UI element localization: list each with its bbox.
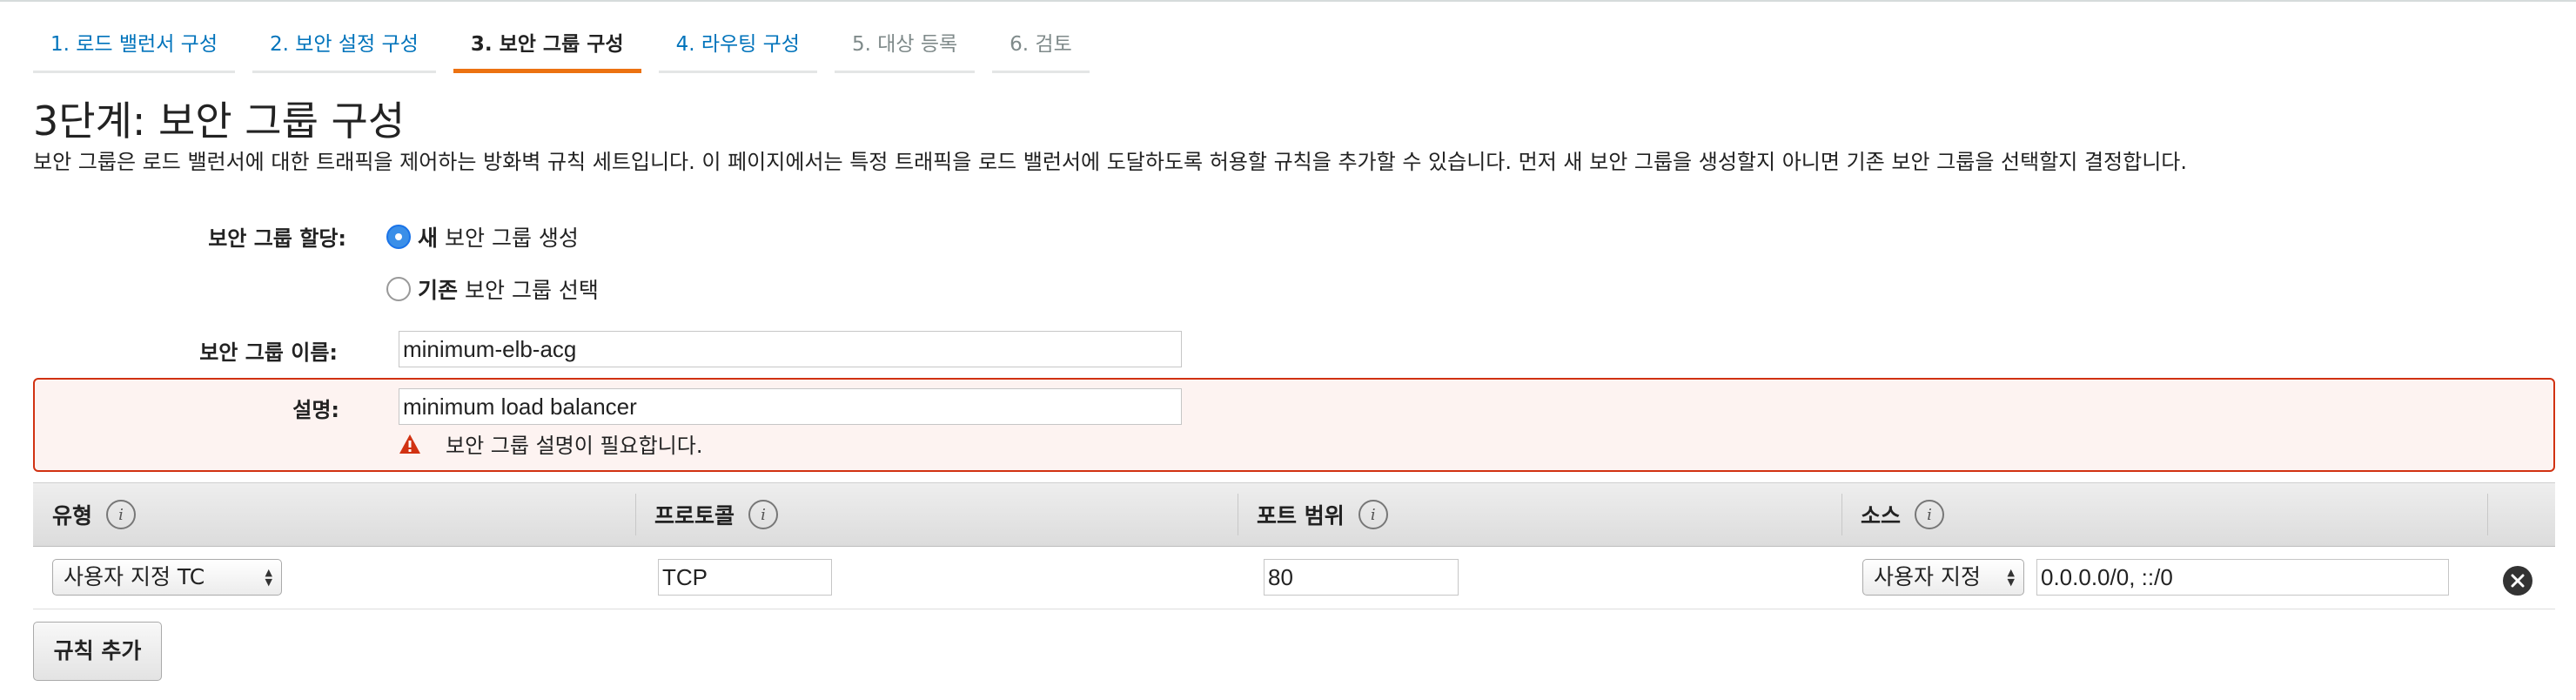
column-source-label: 소스 — [1861, 503, 1902, 528]
column-divider — [2487, 494, 2488, 535]
security-group-name-label: 보안 그룹 이름: — [199, 340, 338, 365]
close-circle-icon[interactable] — [2503, 566, 2532, 596]
info-icon[interactable]: i — [106, 500, 137, 529]
column-type: 유형 i — [52, 483, 137, 546]
page-description: 보안 그룹은 로드 밸런서에 대한 트래픽을 제어하는 방화벽 규칙 세트입니다… — [33, 150, 2188, 174]
rule-port-range-input[interactable]: 80 — [1264, 559, 1459, 596]
column-type-label: 유형 — [52, 503, 93, 528]
up-down-arrows-icon: ▲ ▼ — [265, 567, 272, 588]
top-divider — [0, 0, 2576, 2]
column-divider — [1841, 494, 1842, 535]
rule-type-select[interactable]: 사용자 지정 TC ▲ ▼ — [52, 559, 282, 596]
column-port-range: 포트 범위 i — [1257, 483, 1388, 546]
close-icon — [2511, 574, 2525, 588]
rule-source-select[interactable]: 사용자 지정 ▲ ▼ — [1862, 559, 2024, 596]
description-input[interactable]: minimum load balancer — [399, 388, 1182, 425]
description-label: 설명: — [292, 398, 339, 422]
rule-type-value: 사용자 지정 TC — [64, 564, 205, 589]
description-error: 보안 그룹 설명이 필요합니다. — [399, 428, 702, 459]
rule-source-type-value: 사용자 지정 — [1874, 564, 1981, 589]
table-row: 사용자 지정 TC ▲ ▼ TCP 80 사용자 지정 ▲ ▼ 0.0.0.0/0,… — [33, 547, 2555, 609]
add-rule-button[interactable]: 규칙 추가 — [33, 622, 162, 681]
column-source: 소스 i — [1861, 483, 1945, 546]
radio-checked-icon[interactable] — [386, 225, 411, 249]
radio-new-security-group[interactable]: 새 보안 그룹 생성 — [386, 221, 579, 252]
rule-source-cidr-input[interactable]: 0.0.0.0/0, ::/0 — [2036, 559, 2449, 596]
column-port-range-label: 포트 범위 — [1257, 503, 1345, 528]
info-icon[interactable]: i — [748, 500, 779, 529]
tab-step-2[interactable]: 2. 보안 설정 구성 — [252, 24, 436, 73]
radio-existing-bold: 기존 — [418, 278, 459, 303]
rules-table-header: 유형 i 프로토콜 i 포트 범위 i 소스 i — [33, 482, 2555, 547]
radio-unchecked-icon[interactable] — [386, 277, 411, 301]
column-divider — [635, 494, 636, 535]
wizard-steps: 1. 로드 밸런서 구성 2. 보안 설정 구성 3. 보안 그룹 구성 4. … — [33, 24, 1107, 73]
tab-step-5: 5. 대상 등록 — [834, 24, 976, 73]
security-group-name-input[interactable]: minimum-elb-acg — [399, 331, 1182, 367]
description-error-text: 보안 그룹 설명이 필요합니다. — [446, 434, 703, 458]
radio-new-bold: 새 — [418, 225, 439, 251]
tab-step-1[interactable]: 1. 로드 밸런서 구성 — [33, 24, 235, 73]
warning-triangle-icon — [399, 434, 420, 454]
page-title: 3단계: 보안 그룹 구성 — [33, 98, 406, 145]
assign-label: 보안 그룹 할당: — [208, 226, 346, 251]
tab-step-4[interactable]: 4. 라우팅 구성 — [658, 24, 818, 73]
radio-new-label: 보안 그룹 생성 — [445, 225, 579, 251]
column-protocol-label: 프로토콜 — [654, 503, 735, 528]
radio-existing-security-group[interactable]: 기존 보안 그룹 선택 — [386, 273, 599, 305]
radio-existing-label: 보안 그룹 선택 — [465, 278, 599, 303]
info-icon[interactable]: i — [1915, 500, 1945, 529]
rule-protocol-field: TCP — [658, 559, 832, 596]
info-icon[interactable]: i — [1358, 500, 1388, 529]
tab-step-6: 6. 검토 — [992, 24, 1090, 73]
column-protocol: 프로토콜 i — [654, 483, 779, 546]
tab-step-3[interactable]: 3. 보안 그룹 구성 — [453, 24, 641, 73]
up-down-arrows-icon: ▲ ▼ — [2007, 567, 2015, 588]
